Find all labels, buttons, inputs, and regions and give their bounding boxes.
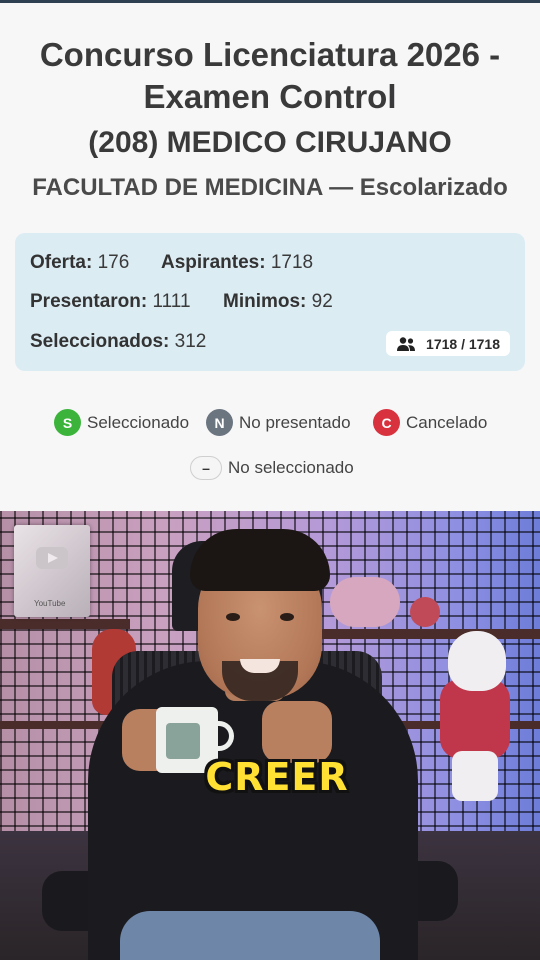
legend-cancelado-badge: C bbox=[373, 409, 400, 436]
legend-no-presentado-badge: N bbox=[206, 409, 233, 436]
top-accent-bar bbox=[0, 0, 540, 3]
shelf-left bbox=[0, 619, 130, 629]
play-icon bbox=[36, 547, 68, 569]
video-caption: CREER bbox=[205, 755, 349, 799]
person-jeans bbox=[120, 911, 380, 960]
stat-minimos-value: 92 bbox=[311, 291, 333, 312]
pink-plush-toy bbox=[330, 577, 400, 627]
count-badge-text: 1718 / 1718 bbox=[426, 335, 500, 352]
stat-oferta-value: 176 bbox=[97, 252, 130, 273]
video-frame: YouTube bbox=[0, 511, 540, 960]
stat-seleccionados-value: 312 bbox=[174, 331, 207, 352]
person-eye-left bbox=[226, 613, 240, 621]
legend-no-presentado-label: No presentado bbox=[239, 412, 351, 432]
plaque-label: YouTube bbox=[34, 599, 66, 608]
red-figure-toy bbox=[410, 597, 440, 627]
users-icon bbox=[397, 336, 416, 351]
shelf-right bbox=[300, 629, 540, 639]
stats-card: Oferta: 176 Aspirantes: 1718 Presentaron… bbox=[15, 233, 525, 371]
faculty-title: FACULTAD DE MEDICINA — Escolarizado bbox=[32, 174, 508, 201]
legend-seleccionado: S Seleccionado bbox=[54, 409, 189, 436]
stat-presentaron: Presentaron: 1111 bbox=[30, 291, 191, 313]
legend-seleccionado-label: Seleccionado bbox=[87, 412, 190, 432]
stat-aspirantes-value: 1718 bbox=[270, 252, 314, 273]
legend-no-seleccionado: – No seleccionado bbox=[190, 456, 354, 480]
legend-cancelado: C Cancelado bbox=[373, 409, 487, 436]
person-hair bbox=[190, 529, 330, 591]
stat-presentaron-value: 1111 bbox=[152, 291, 191, 312]
stat-seleccionados: Seleccionados: 312 bbox=[30, 331, 206, 353]
stat-seleccionados-label: Seleccionados: bbox=[30, 331, 170, 352]
count-badge: 1718 / 1718 bbox=[386, 331, 510, 356]
stat-oferta: Oferta: 176 bbox=[30, 252, 129, 274]
legend-seleccionado-badge: S bbox=[54, 409, 81, 436]
page-title: Concurso Licenciatura 2026 - Examen Cont… bbox=[39, 36, 501, 115]
legend-no-seleccionado-badge: – bbox=[190, 456, 222, 480]
stat-minimos: Minimos: 92 bbox=[223, 291, 333, 313]
unicorn-plush-head bbox=[448, 631, 506, 691]
stat-aspirantes-label: Aspirantes: bbox=[161, 252, 266, 273]
unicorn-plush-legs bbox=[452, 751, 498, 801]
legend-no-presentado: N No presentado bbox=[206, 409, 351, 436]
play-button-plaque: YouTube bbox=[14, 525, 90, 617]
stat-oferta-label: Oferta: bbox=[30, 252, 93, 273]
unicorn-plush-body bbox=[440, 679, 510, 759]
stat-minimos-label: Minimos: bbox=[223, 291, 307, 312]
stat-aspirantes: Aspirantes: 1718 bbox=[161, 252, 313, 274]
person-eye-right bbox=[280, 613, 294, 621]
legend-no-seleccionado-label: No seleccionado bbox=[228, 458, 354, 477]
mug-print bbox=[166, 723, 200, 759]
career-title: (208) MEDICO CIRUJANO bbox=[88, 126, 452, 159]
legend-cancelado-label: Cancelado bbox=[406, 412, 488, 432]
stat-presentaron-label: Presentaron: bbox=[30, 291, 148, 312]
